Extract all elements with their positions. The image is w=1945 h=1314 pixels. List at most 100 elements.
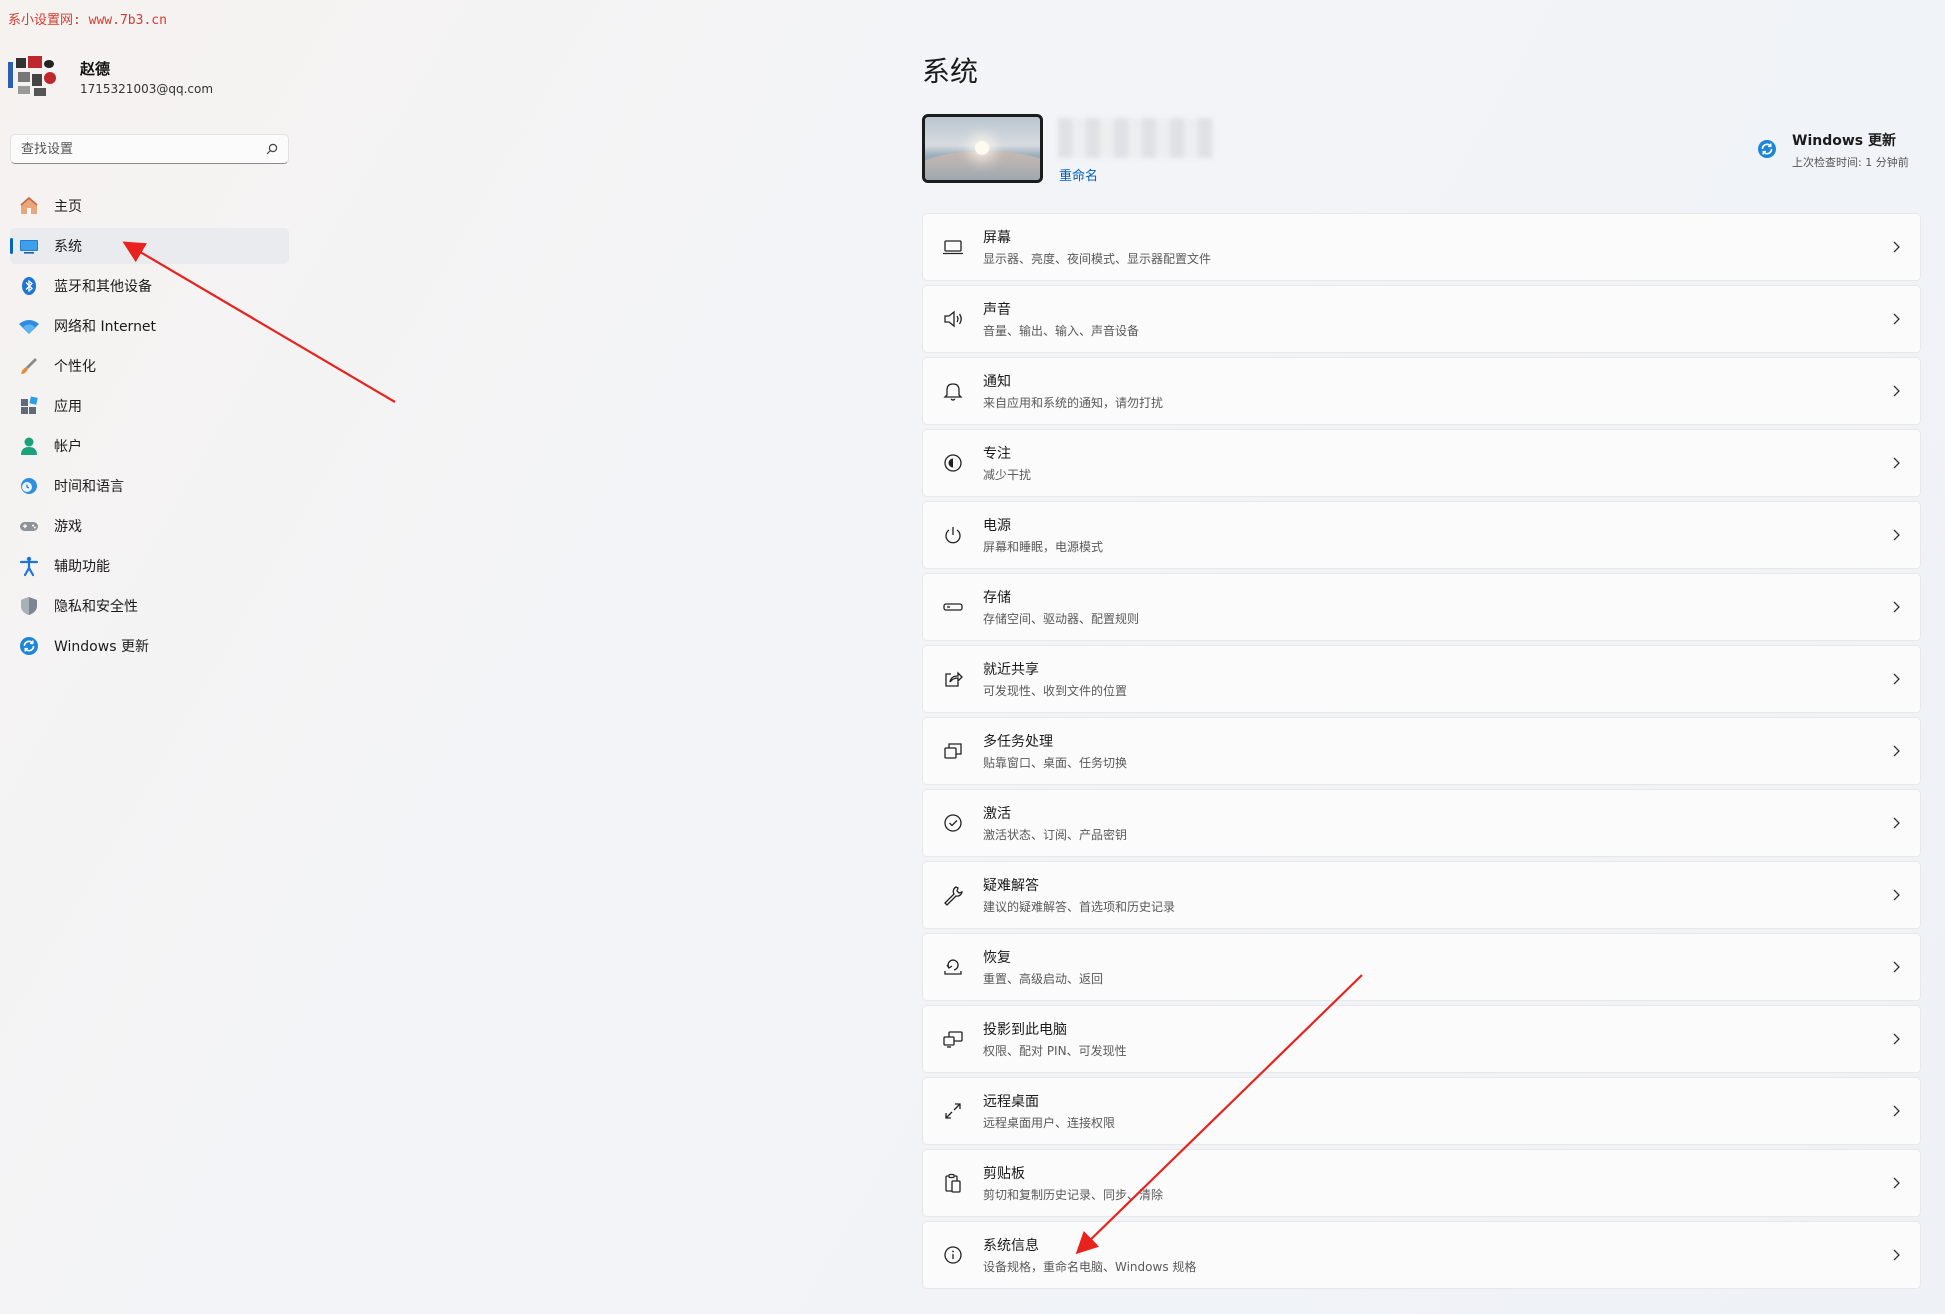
card-title: 电源: [983, 518, 1011, 534]
search-icon[interactable]: [266, 143, 278, 155]
card-project-to-pc[interactable]: 投影到此电脑权限、配对 PIN、可发现性: [922, 1005, 1921, 1073]
brush-icon: [18, 355, 40, 377]
nav-item-accounts[interactable]: 帐户: [10, 428, 289, 464]
chevron-right-icon: [1893, 745, 1900, 757]
profile-email: 1715321003@qq.com: [80, 82, 214, 96]
bluetooth-icon: [18, 275, 40, 297]
bell-icon: [941, 379, 965, 403]
card-storage[interactable]: 存储 存储空间、驱动器、配置规则: [922, 573, 1921, 641]
card-subtitle: 来自应用和系统的通知，请勿打扰: [983, 396, 1164, 410]
card-about[interactable]: 系统信息设备规格，重命名电脑、Windows 规格: [922, 1221, 1921, 1289]
settings-card-list: 屏幕显示器、亮度、夜间模式、显示器配置文件 声音 音量、输出、输入、声音设备 通知…: [922, 213, 1921, 1293]
rename-link[interactable]: 重命名: [1059, 165, 1098, 184]
card-subtitle: 远程桌面用户、连接权限: [983, 1116, 1116, 1130]
speaker-icon: [941, 307, 965, 331]
chevron-right-icon: [1893, 961, 1900, 973]
chevron-right-icon: [1893, 313, 1900, 325]
remote-desktop-icon: [941, 1099, 965, 1123]
nav-item-apps[interactable]: 应用: [10, 388, 289, 424]
card-activation[interactable]: 激活 激活状态、订阅、产品密钥: [922, 789, 1921, 857]
focus-icon: [941, 451, 965, 475]
accessibility-icon: [18, 555, 40, 577]
card-title: 系统信息: [983, 1238, 1039, 1254]
settings-window: 系小设置网: www.7b3.cn 赵德 1715321003@qq.com 查…: [0, 0, 1945, 1314]
search-input[interactable]: [21, 141, 266, 157]
wifi-icon: [18, 315, 40, 337]
nav-item-system[interactable]: 系统: [10, 228, 289, 264]
card-subtitle: 激活状态、订阅、产品密钥: [983, 828, 1128, 842]
card-power[interactable]: 电源屏幕和睡眠，电源模式: [922, 501, 1921, 569]
card-nearby-sharing[interactable]: 就近共享 可发现性、收到文件的位置: [922, 645, 1921, 713]
nav-item-bluetooth[interactable]: 蓝牙和其他设备: [10, 268, 289, 304]
card-notifications[interactable]: 通知 来自应用和系统的通知，请勿打扰: [922, 357, 1921, 425]
card-title: 屏幕: [983, 230, 1011, 246]
activation-icon: [941, 811, 965, 835]
card-troubleshoot[interactable]: 疑难解答 建议的疑难解答、首选项和历史记录: [922, 861, 1921, 929]
nav-item-accessibility[interactable]: 辅助功能: [10, 548, 289, 584]
nav-list: 主页 系统 蓝牙和其他设备 网络和 Internet 个性化 应用 帐户 时间和…: [10, 188, 289, 668]
card-display[interactable]: 屏幕显示器、亮度、夜间模式、显示器配置文件: [922, 213, 1921, 281]
card-focus[interactable]: 专注 减少干扰: [922, 429, 1921, 497]
multitask-icon: [941, 739, 965, 763]
nav-item-time-language[interactable]: 时间和语言: [10, 468, 289, 504]
chevron-right-icon: [1893, 673, 1900, 685]
display-icon: [941, 235, 965, 259]
card-subtitle: 屏幕和睡眠，电源模式: [983, 540, 1104, 554]
card-subtitle: 贴靠窗口、桌面、任务切换: [983, 756, 1128, 770]
card-recovery[interactable]: 恢复 重置、高级启动、返回: [922, 933, 1921, 1001]
card-remote-desktop[interactable]: 远程桌面远程桌面用户、连接权限: [922, 1077, 1921, 1145]
nav-label: 帐户: [54, 439, 82, 455]
nav-label: 游戏: [54, 519, 82, 535]
storage-icon: [941, 595, 965, 619]
card-subtitle: 显示器、亮度、夜间模式、显示器配置文件: [983, 252, 1212, 266]
card-subtitle: 重置、高级启动、返回: [983, 972, 1104, 986]
home-icon: [18, 195, 40, 217]
nav-label: 蓝牙和其他设备: [54, 279, 152, 295]
chevron-right-icon: [1893, 385, 1900, 397]
nav-label: 辅助功能: [54, 559, 110, 575]
update-icon: [1758, 140, 1776, 158]
card-title: 多任务处理: [983, 734, 1053, 750]
card-clipboard[interactable]: 剪贴板 剪切和复制历史记录、同步、清除: [922, 1149, 1921, 1217]
system-icon: [18, 235, 40, 257]
chevron-right-icon: [1893, 1249, 1900, 1261]
windows-update-title: Windows 更新: [1792, 133, 1896, 149]
card-title: 投影到此电脑: [983, 1022, 1067, 1038]
card-title: 远程桌面: [983, 1094, 1039, 1110]
nav-label: 时间和语言: [54, 479, 124, 495]
nav-label: 应用: [54, 399, 82, 415]
card-multitasking[interactable]: 多任务处理贴靠窗口、桌面、任务切换: [922, 717, 1921, 785]
windows-update-last-checked: 上次检查时间: 1 分钟前: [1792, 156, 1909, 169]
nav-item-personalization[interactable]: 个性化: [10, 348, 289, 384]
chevron-right-icon: [1893, 1105, 1900, 1117]
page-title: 系统: [922, 55, 979, 88]
chevron-right-icon: [1893, 529, 1900, 541]
nav-label: 网络和 Internet: [54, 319, 157, 335]
chevron-right-icon: [1893, 1033, 1900, 1045]
windows-update-status[interactable]: Windows 更新 上次检查时间: 1 分钟前: [1756, 130, 1909, 170]
nav-item-gaming[interactable]: 游戏: [10, 508, 289, 544]
card-subtitle: 权限、配对 PIN、可发现性: [983, 1044, 1127, 1058]
search-box[interactable]: [10, 134, 289, 164]
nav-item-network[interactable]: 网络和 Internet: [10, 308, 289, 344]
nav-item-privacy[interactable]: 隐私和安全性: [10, 588, 289, 624]
card-subtitle: 建议的疑难解答、首选项和历史记录: [983, 900, 1176, 914]
nav-item-home[interactable]: 主页: [10, 188, 289, 224]
profile[interactable]: 赵德 1715321003@qq.com: [8, 56, 213, 98]
card-title: 就近共享: [983, 662, 1039, 678]
device-wallpaper-thumbnail: [922, 114, 1043, 183]
card-title: 专注: [983, 446, 1011, 462]
card-title: 存储: [983, 590, 1011, 606]
update-icon: [18, 635, 40, 657]
project-icon: [941, 1027, 965, 1051]
chevron-right-icon: [1893, 889, 1900, 901]
card-subtitle: 减少干扰: [983, 468, 1032, 482]
nav-item-windows-update[interactable]: Windows 更新: [10, 628, 289, 664]
card-subtitle: 设备规格，重命名电脑、Windows 规格: [983, 1260, 1197, 1274]
nav-label: 系统: [54, 239, 82, 255]
nav-label: 个性化: [54, 359, 96, 375]
active-indicator: [10, 238, 13, 254]
card-subtitle: 剪切和复制历史记录、同步、清除: [983, 1188, 1164, 1202]
chevron-right-icon: [1893, 601, 1900, 613]
card-sound[interactable]: 声音 音量、输出、输入、声音设备: [922, 285, 1921, 353]
